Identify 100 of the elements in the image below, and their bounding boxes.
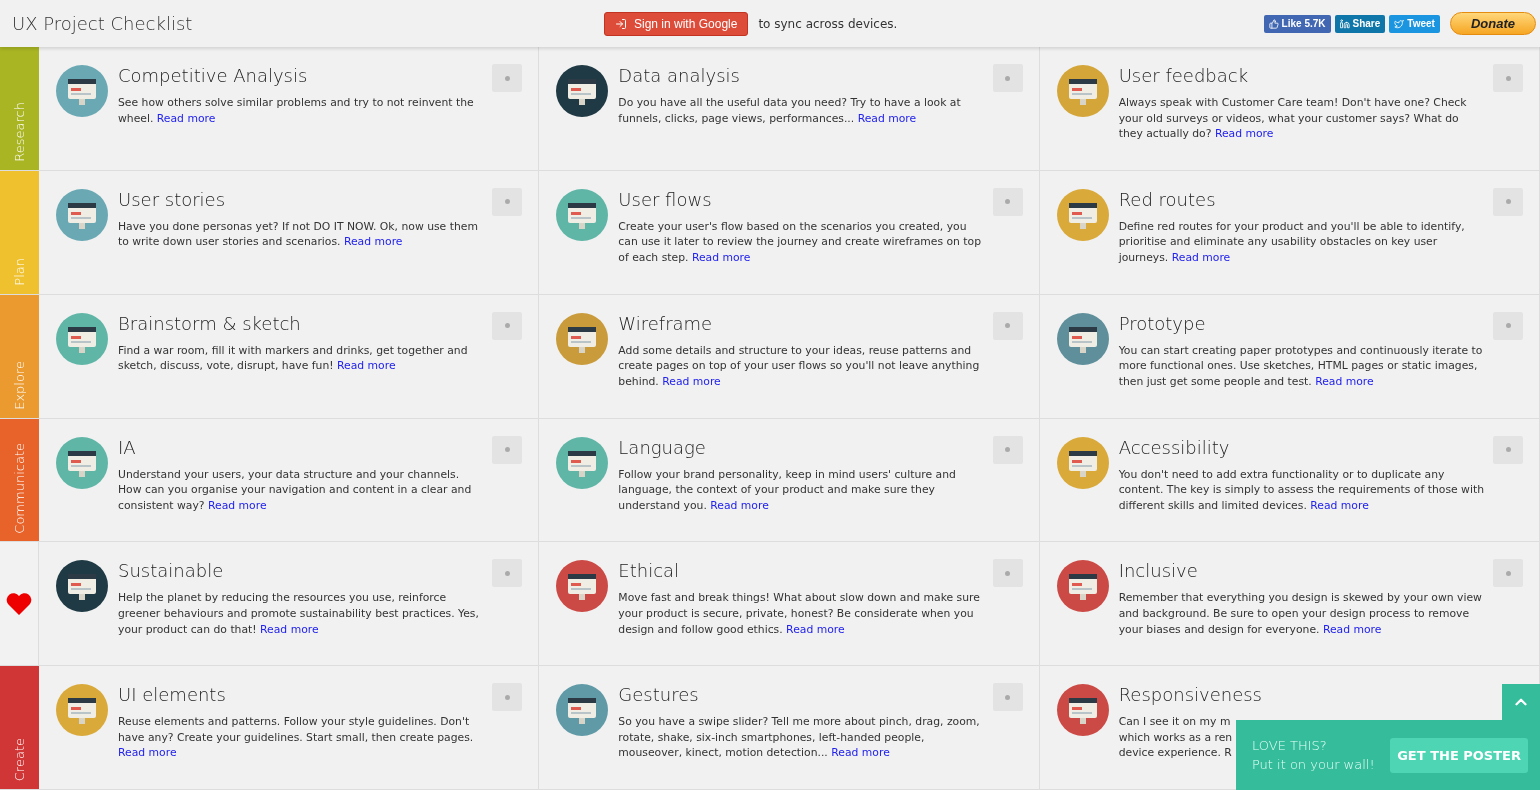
read-more-link[interactable]: Read more xyxy=(831,746,890,760)
read-more-link[interactable]: Read more xyxy=(1171,251,1231,264)
poster-subtext: Put it on your wall! xyxy=(1252,756,1375,774)
check-toggle[interactable] xyxy=(492,64,523,92)
heart-icon xyxy=(6,591,32,616)
check-toggle[interactable] xyxy=(1493,311,1523,340)
illustration-icon xyxy=(1055,311,1110,366)
card-description: Can I see it on my m xyxy=(1118,714,1231,730)
card-description: Remember that everything you design is skewed by your own view and background. Be sure to open your design process to remove your biases and design for everyone. Read more xyxy=(1118,590,1483,638)
dot-icon xyxy=(1005,323,1011,329)
card-description: Find a war room, fill it with markers and drinks, get together and sketch, discuss, vote, disrupt, have fun! Read more xyxy=(118,342,469,374)
card-description: Add some details and structure to your ideas, reuse patterns and create pages on top of your user flows so you'll not leave anything behind. Read more xyxy=(618,342,981,390)
card-description: which works as a ren xyxy=(1118,729,1233,746)
sign-in-button[interactable]: Sign in with Google xyxy=(604,11,749,36)
read-more-link[interactable]: Read more xyxy=(156,111,216,125)
check-toggle[interactable] xyxy=(1493,435,1523,464)
dot-icon xyxy=(1505,570,1511,576)
read-more-link[interactable]: Read more xyxy=(857,111,917,125)
read-more-link[interactable]: Read more xyxy=(118,746,177,760)
thumbs-up-icon xyxy=(1268,18,1279,29)
check-toggle[interactable] xyxy=(1493,187,1523,216)
share-button[interactable]: Like 5.7K xyxy=(1263,14,1331,33)
illustration-icon xyxy=(55,187,109,242)
card-description: Help the planet by reducing the resources you use, reinforce greener behaviours and promote sustainability best practices. Yes, your product can do that! Read more xyxy=(118,590,480,638)
illustration-icon xyxy=(555,311,610,366)
card-title: Sustainable xyxy=(118,560,225,582)
read-more-link[interactable]: Read more xyxy=(260,622,319,636)
card-title: User flows xyxy=(618,188,713,210)
card-title: Inclusive xyxy=(1118,560,1199,582)
dot-icon xyxy=(1505,199,1511,205)
read-more-link[interactable]: Read more xyxy=(208,498,267,512)
card-description: device experience. R xyxy=(1118,745,1232,761)
read-more-link[interactable]: Read more xyxy=(691,251,751,264)
card-title: Prototype xyxy=(1118,312,1207,334)
check-toggle[interactable] xyxy=(492,187,523,216)
check-toggle[interactable] xyxy=(992,64,1023,92)
card-title: Data analysis xyxy=(618,65,741,86)
dot-icon xyxy=(504,75,510,81)
read-more-link[interactable]: Read more xyxy=(662,374,721,388)
check-toggle[interactable] xyxy=(992,187,1023,216)
dot-icon xyxy=(504,199,510,205)
check-toggle[interactable] xyxy=(992,683,1023,712)
illustration-icon xyxy=(55,435,109,490)
card-title: User stories xyxy=(118,188,227,210)
check-toggle[interactable] xyxy=(492,435,523,464)
collapse-button[interactable] xyxy=(1502,684,1540,720)
card-title: Ethical xyxy=(618,560,681,582)
card-description: See how others solve similar problems and try to not reinvent the wheel. Read more xyxy=(118,95,475,127)
page-title: UX Project Checklist xyxy=(12,13,194,34)
card-title: Language xyxy=(618,436,707,458)
poster-heading: LOVE THIS? xyxy=(1252,737,1328,755)
card-title: Competitive Analysis xyxy=(118,65,309,86)
check-toggle[interactable] xyxy=(1493,64,1523,92)
check-toggle[interactable] xyxy=(992,311,1023,340)
illustration-icon xyxy=(55,311,109,366)
dot-icon xyxy=(504,447,510,452)
read-more-link[interactable]: Read more xyxy=(1322,622,1382,636)
read-more-link[interactable]: Read more xyxy=(337,359,396,373)
card-description: Create your user's flow based on the scenarios you created, you can use it later to review the journey and create wireframes on top of each step. Read more xyxy=(618,218,983,266)
dot-icon xyxy=(1505,75,1511,81)
card-description: So you have a swipe slider? Tell me more about pinch, drag, zoom, rotate, shake, six-inch smartphones, left-handed people, mouseover, kinect, motion detection... Read more xyxy=(618,714,981,761)
check-toggle[interactable] xyxy=(492,559,523,588)
illustration-icon xyxy=(555,683,610,738)
check-toggle[interactable] xyxy=(992,435,1023,464)
card-description: Define red routes for your product and you'll be able to identify, prioritise and eliminate any usability obstacles on key user journeys. Read more xyxy=(1118,218,1466,266)
section-tab[interactable] xyxy=(0,542,39,667)
dot-icon xyxy=(1005,75,1011,81)
check-toggle[interactable] xyxy=(1493,559,1523,588)
check-toggle[interactable] xyxy=(492,311,523,340)
illustration-icon xyxy=(555,64,610,118)
illustration-icon xyxy=(1055,187,1110,242)
card-title: Gestures xyxy=(618,684,700,706)
dot-icon xyxy=(1505,323,1511,329)
dot-icon xyxy=(504,570,510,576)
card-title: UI elements xyxy=(118,684,227,706)
read-more-link[interactable]: Read more xyxy=(710,498,769,512)
dot-icon xyxy=(1505,447,1511,452)
sign-in-icon xyxy=(615,17,627,30)
read-more-link[interactable]: Read more xyxy=(1310,498,1369,512)
dot-icon xyxy=(1005,570,1011,576)
illustration-icon xyxy=(1055,64,1110,118)
read-more-link[interactable]: Read more xyxy=(1214,127,1274,141)
dot-icon xyxy=(504,323,510,329)
card-description: Always speak with Customer Care team! Don't have one? Check your old surveys or videos, what your customer says? What do they actually do? Read more xyxy=(1118,95,1468,142)
check-toggle[interactable] xyxy=(492,683,523,712)
read-more-link[interactable]: Read more xyxy=(343,235,403,249)
card-title: Brainstorm & sketch xyxy=(118,312,302,334)
donate-button[interactable]: Donate xyxy=(1449,12,1536,35)
card-title: Accessibility xyxy=(1118,436,1231,458)
illustration-icon xyxy=(55,64,109,118)
card-description: You can start creating paper prototypes and continuously iterate to more functional ones. Use sketches, HTML pages or static images, then just get some people and test. Read more xyxy=(1118,342,1484,390)
card-description: Do you have all the useful data you need? Try to have a look at funnels, clicks, page views, performances... Read more xyxy=(618,95,962,127)
illustration-icon xyxy=(1055,559,1110,614)
card-title: IA xyxy=(118,436,137,458)
check-toggle[interactable] xyxy=(992,559,1023,588)
share-button[interactable]: Share xyxy=(1334,14,1386,33)
read-more-link[interactable]: Read more xyxy=(786,622,845,636)
read-more-link[interactable]: Read more xyxy=(1315,374,1374,388)
section-tab[interactable]: Create xyxy=(0,666,39,790)
dot-icon xyxy=(1005,199,1011,205)
